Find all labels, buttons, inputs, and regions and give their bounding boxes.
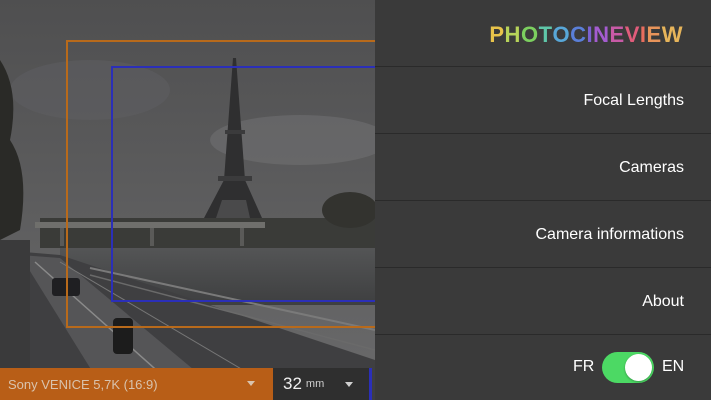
focal-unit: mm xyxy=(305,378,325,390)
logo-header: PHOTOCINEVIEW xyxy=(375,0,711,67)
menu-item-about[interactable]: About xyxy=(375,268,711,335)
language-switch-row: FR EN xyxy=(375,335,711,400)
chevron-down-icon xyxy=(247,381,255,386)
logo-letter: C xyxy=(570,22,587,47)
frame-indicator-edge xyxy=(369,368,372,400)
toggle-knob xyxy=(625,354,652,381)
language-en-label: EN xyxy=(662,358,685,375)
menu-item-label: Camera informations xyxy=(535,226,685,243)
menu-item-cameras[interactable]: Cameras xyxy=(375,134,711,201)
menu-item-label: Cameras xyxy=(619,159,684,176)
logo-letter: T xyxy=(538,22,553,47)
logo-letter: I xyxy=(586,22,594,47)
side-menu: PHOTOCINEVIEW Focal Lengths Cameras Came… xyxy=(375,0,711,400)
logo-letter: E xyxy=(646,22,662,47)
menu-item-camera-informations[interactable]: Camera informations xyxy=(375,201,711,268)
camera-select[interactable]: Sony VENICE 5,7K (16:9) xyxy=(0,368,273,400)
logo-letter: H xyxy=(504,22,521,47)
logo-letter: E xyxy=(609,22,625,47)
focal-value: 32 xyxy=(283,374,302,393)
menu-item-label: Focal Lengths xyxy=(583,92,684,109)
language-fr-label: FR xyxy=(573,358,595,375)
menu-item-label: About xyxy=(642,293,684,310)
camera-viewfinder xyxy=(0,0,375,400)
logo-letter: P xyxy=(489,22,505,47)
logo-letter: O xyxy=(520,22,539,47)
chevron-down-icon xyxy=(345,382,353,387)
menu-item-focal-lengths[interactable]: Focal Lengths xyxy=(375,67,711,134)
camera-model-label: Sony VENICE 5,7K (16:9) xyxy=(8,376,158,392)
logo-letter: V xyxy=(624,22,640,47)
logo-letter: W xyxy=(661,22,683,47)
language-toggle[interactable] xyxy=(602,352,654,383)
logo-letter: N xyxy=(593,22,610,47)
sensor-frame-inner xyxy=(111,66,375,302)
logo-letter: O xyxy=(552,22,571,47)
focal-length-select[interactable]: 32 mm xyxy=(273,368,369,400)
app-logo: PHOTOCINEVIEW xyxy=(489,22,683,48)
logo-letter: I xyxy=(639,22,647,47)
